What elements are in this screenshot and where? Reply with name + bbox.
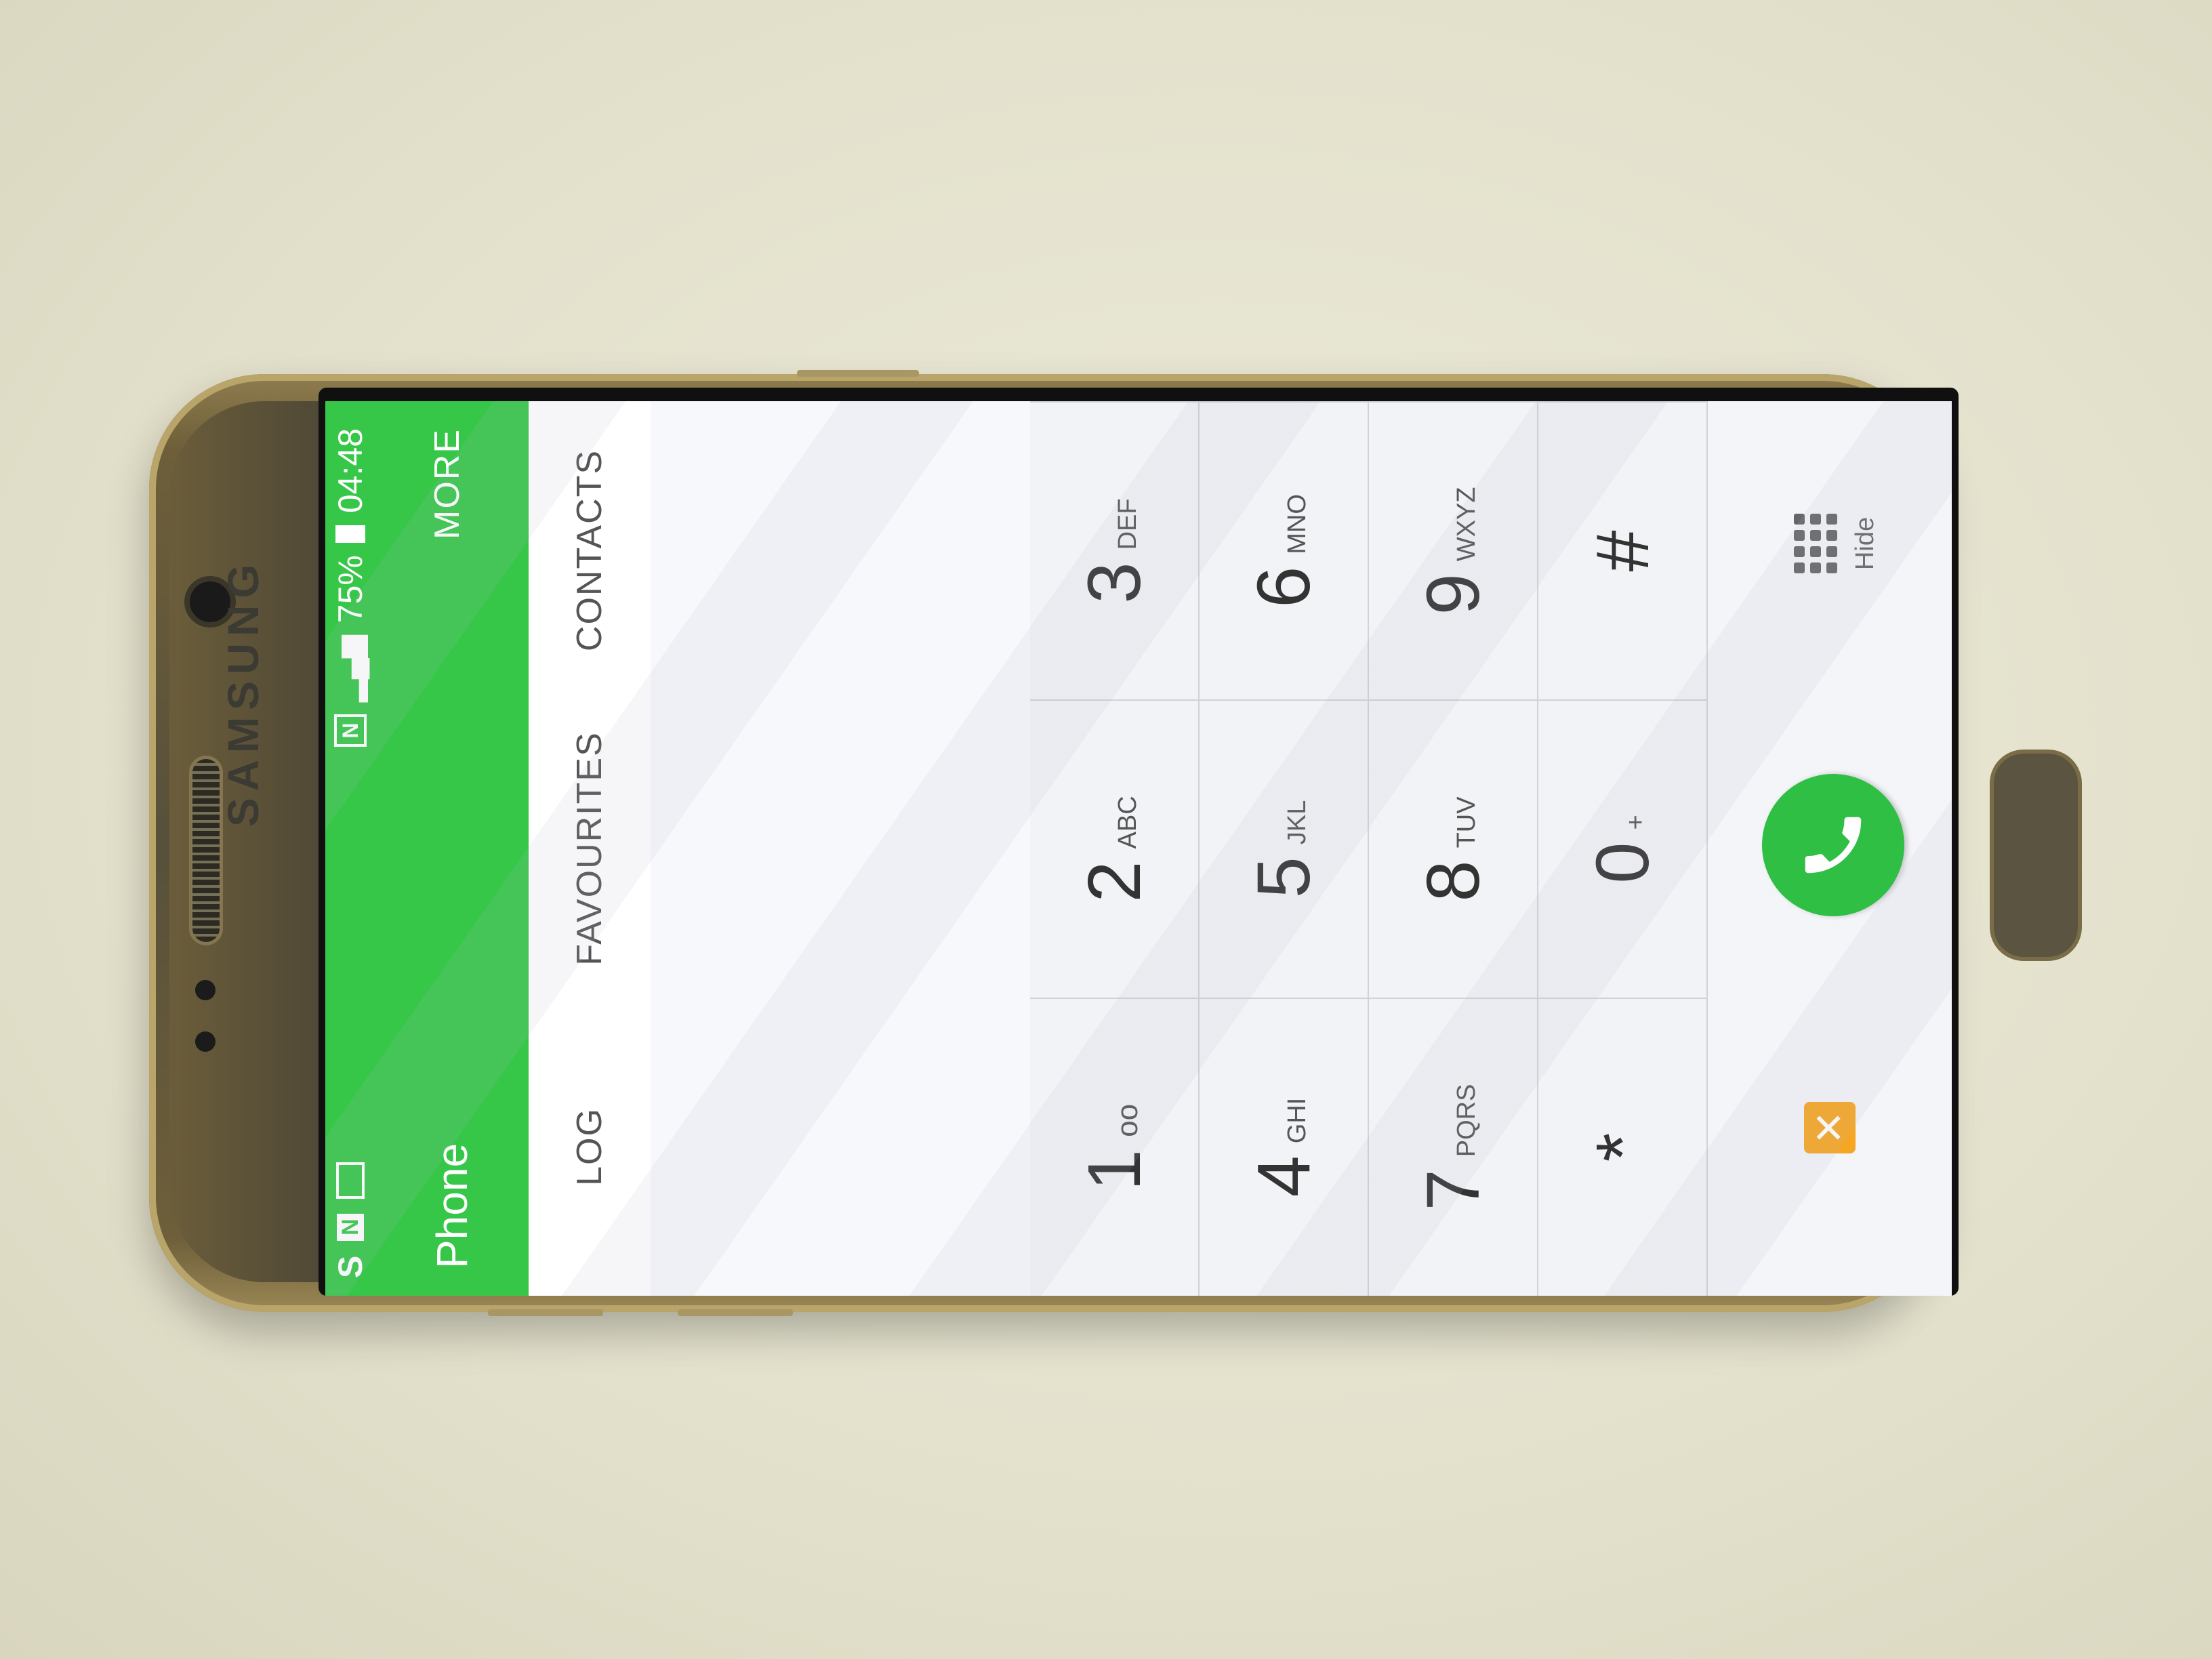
battery-icon: [335, 525, 365, 544]
s-notification-icon: S: [331, 1255, 369, 1278]
key-digit: #: [1580, 530, 1664, 572]
home-button: [1990, 750, 2082, 961]
key-letters: DEF: [1113, 498, 1142, 550]
key-letters: WXYZ: [1452, 487, 1481, 562]
key-letters: +: [1621, 815, 1650, 830]
key-letters: MNO: [1282, 494, 1311, 554]
status-bar: S N N ▂▄▆ 75% 04:48: [325, 401, 373, 1296]
app-header: S N N ▂▄▆ 75% 04:48 Phone MORE: [325, 401, 529, 1296]
brand-logo: SAMSUNG: [219, 557, 268, 827]
dialpad-icon: [1793, 514, 1837, 573]
key-2[interactable]: 2 ABC: [1030, 699, 1200, 998]
key-digit: 7: [1411, 1169, 1495, 1211]
key-letters: JKL: [1282, 800, 1311, 845]
notification-icons: S N: [331, 1162, 370, 1278]
key-digit: 1: [1072, 1149, 1156, 1191]
key-0[interactable]: 0 +: [1538, 699, 1708, 998]
key-digit: 9: [1411, 573, 1495, 615]
key-letters: GHI: [1282, 1097, 1311, 1144]
onenote-icon: N: [337, 1213, 364, 1241]
signal-icon: ▂▄▆: [333, 635, 367, 703]
call-button[interactable]: [1762, 774, 1904, 916]
orange-app-icon[interactable]: ✕: [1804, 1102, 1856, 1153]
battery-percent: 75%: [331, 555, 369, 623]
key-letters: ABC: [1113, 796, 1142, 849]
key-letters: PQRS: [1452, 1084, 1481, 1158]
app-title: Phone: [428, 1143, 476, 1269]
nfc-icon: N: [334, 714, 367, 747]
key-digit: *: [1580, 1132, 1664, 1162]
key-digit: 0: [1580, 842, 1664, 884]
volume-up-button: [488, 1309, 603, 1316]
key-5[interactable]: 5 JKL: [1200, 699, 1369, 998]
phone-handset-icon: [1805, 817, 1862, 874]
volume-down-button: [678, 1309, 793, 1316]
key-4[interactable]: 4 GHI: [1200, 998, 1369, 1296]
key-hash[interactable]: #: [1538, 401, 1708, 699]
tab-contacts[interactable]: CONTACTS: [529, 401, 651, 699]
power-button: [797, 370, 919, 377]
key-star[interactable]: *: [1538, 998, 1708, 1296]
dial-keypad: 1 oo 2 ABC 3 DEF 4 GHI 5 JKL 6 MNO 7 PQR…: [1030, 401, 1708, 1296]
key-digit: 4: [1242, 1155, 1326, 1197]
key-1[interactable]: 1 oo: [1030, 998, 1200, 1296]
key-digit: 5: [1242, 857, 1326, 899]
key-digit: 8: [1411, 860, 1495, 902]
system-icons: N ▂▄▆ 75% 04:48: [331, 428, 370, 747]
keyboard-icon: [336, 1162, 365, 1199]
hide-keypad-button[interactable]: Hide: [1769, 476, 1904, 611]
key-7[interactable]: 7 PQRS: [1369, 998, 1538, 1296]
key-9[interactable]: 9 WXYZ: [1369, 401, 1538, 699]
key-8[interactable]: 8 TUV: [1369, 699, 1538, 998]
clock: 04:48: [331, 428, 369, 514]
hide-label: Hide: [1850, 516, 1879, 571]
light-sensor: [195, 1031, 216, 1052]
key-digit: 3: [1072, 562, 1156, 604]
tab-favourites[interactable]: FAVOURITES: [529, 699, 651, 998]
earpiece-speaker: [192, 759, 220, 942]
action-bar: ✕ Hide: [1708, 401, 1952, 1296]
more-button[interactable]: MORE: [427, 428, 468, 539]
key-6[interactable]: 6 MNO: [1200, 401, 1369, 699]
proximity-sensor: [195, 980, 216, 1000]
tab-bar: LOG FAVOURITES CONTACTS: [529, 401, 653, 1296]
dialed-number-field[interactable]: [651, 401, 1031, 1296]
voicemail-icon: oo: [1111, 1103, 1144, 1137]
phone-screen: S N N ▂▄▆ 75% 04:48 Phone MORE LOG FAVOU…: [325, 401, 1952, 1296]
key-digit: 6: [1242, 566, 1326, 608]
tab-log[interactable]: LOG: [529, 998, 651, 1296]
key-letters: TUV: [1452, 796, 1481, 848]
key-3[interactable]: 3 DEF: [1030, 401, 1200, 699]
key-digit: 2: [1072, 861, 1156, 903]
